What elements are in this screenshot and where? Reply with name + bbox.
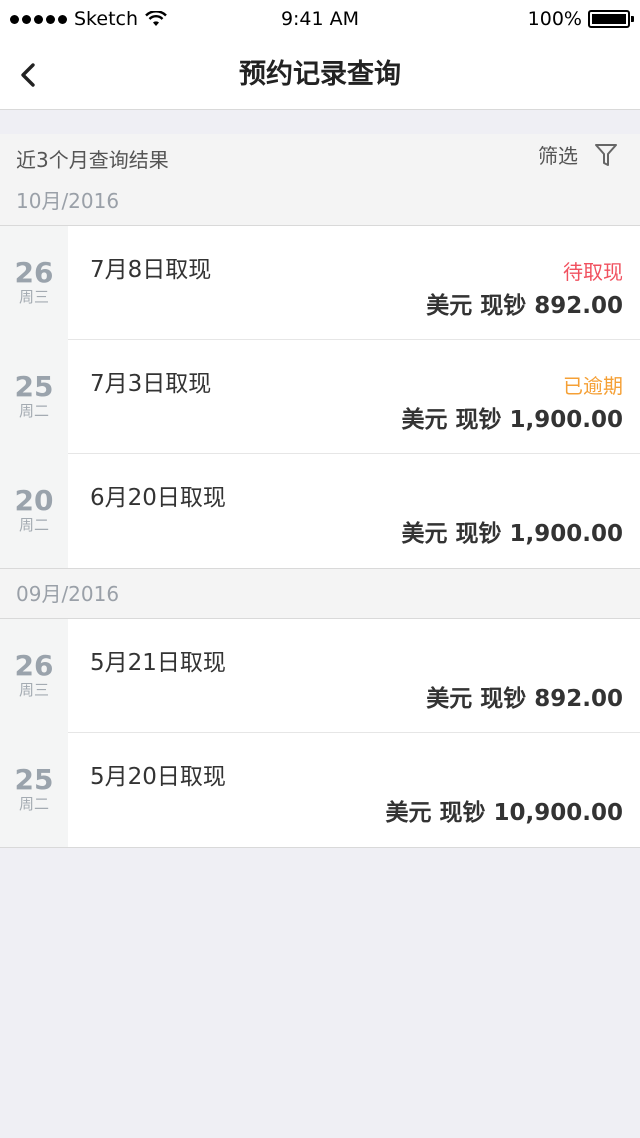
battery-fill <box>592 14 626 24</box>
record-content: 5月20日取现美元 现钞 10,900.00 <box>68 733 640 847</box>
record-content: 7月8日取现 待取现美元 现钞 892.00 <box>68 226 640 340</box>
record-day: 26 <box>14 649 54 682</box>
record-date: 20 周二 <box>0 454 68 568</box>
record-title: 5月20日取现 <box>90 764 226 790</box>
record-amount: 美元 现钞 892.00 <box>426 686 623 712</box>
record-row[interactable]: 26 周三 5月21日取现 美元 现钞 892.00 <box>0 619 640 733</box>
result-range-label: 近3个月查询结果 <box>16 148 169 172</box>
record-title: 6月20日取现 <box>90 485 226 511</box>
filter-button[interactable]: 筛选 <box>538 140 618 169</box>
status-badge: 待取现 <box>563 260 623 284</box>
record-row[interactable]: 25 周二 7月3日取现 已逾期美元 现钞 1,900.00 <box>0 340 640 454</box>
status-badge: 已逾期 <box>563 374 623 398</box>
record-row[interactable]: 26 周三 7月8日取现 待取现美元 现钞 892.00 <box>0 226 640 340</box>
status-bar: Sketch 9:41 AM 100% <box>0 0 640 40</box>
record-weekday: 周二 <box>18 402 49 420</box>
record-weekday: 周三 <box>18 681 49 699</box>
record-date: 26 周三 <box>0 619 68 733</box>
record-list: 10月/2016 26 周三 7月8日取现 待取现 美元 现钞 892.00 25 周二 7月3… <box>0 176 640 848</box>
record-amount: 美元 现钞 892.00 <box>426 293 623 319</box>
month-header: 10月/2016 <box>0 176 640 226</box>
record-date: 26 周三 <box>0 226 68 340</box>
filter-icon <box>595 143 617 166</box>
month-group: 26 周三 7月8日取现 待取现 美元 现钞 892.00 25 周二 7月3日取现 已逾期 美元… <box>0 226 640 569</box>
status-bar-right: 100% <box>527 8 634 30</box>
battery-percent: 100% <box>527 8 582 30</box>
month-group: 26 周三 5月21日取现 美元 现钞 892.00 25 周二 5月20日取现 美元 现钞 … <box>0 619 640 848</box>
chevron-left-icon[interactable] <box>12 58 46 92</box>
record-content: 6月20日取现美元 现钞 1,900.00 <box>68 454 640 568</box>
record-title: 7月8日取现 <box>90 257 212 283</box>
record-title: 5月21日取现 <box>90 650 226 676</box>
filter-button-label: 筛选 <box>538 144 578 168</box>
record-title: 7月3日取现 <box>90 371 212 397</box>
record-amount: 美元 现钞 1,900.00 <box>401 521 623 547</box>
record-row[interactable]: 20 周二 6月20日取现 美元 现钞 1,900.00 <box>0 454 640 568</box>
record-amount: 美元 现钞 10,900.00 <box>385 800 623 826</box>
record-date: 25 周二 <box>0 340 68 454</box>
month-header: 09月/2016 <box>0 569 640 619</box>
filter-bar: 近3个月查询结果 筛选 <box>0 134 640 176</box>
record-content: 7月3日取现 已逾期美元 现钞 1,900.00 <box>68 340 640 454</box>
record-day: 25 <box>14 763 54 796</box>
record-day: 25 <box>14 370 54 403</box>
navigation-bar: 预约记录查询 <box>0 40 640 110</box>
record-day: 20 <box>14 484 54 517</box>
record-row[interactable]: 25 周二 5月20日取现 美元 现钞 10,900.00 <box>0 733 640 847</box>
record-content: 5月21日取现美元 现钞 892.00 <box>68 619 640 733</box>
page-title: 预约记录查询 <box>239 59 401 90</box>
record-date: 25 周二 <box>0 733 68 847</box>
record-weekday: 周二 <box>18 516 49 534</box>
battery-icon <box>588 10 634 28</box>
record-amount: 美元 现钞 1,900.00 <box>401 407 623 433</box>
record-weekday: 周二 <box>18 795 49 813</box>
record-day: 26 <box>14 256 54 289</box>
record-weekday: 周三 <box>18 288 49 306</box>
